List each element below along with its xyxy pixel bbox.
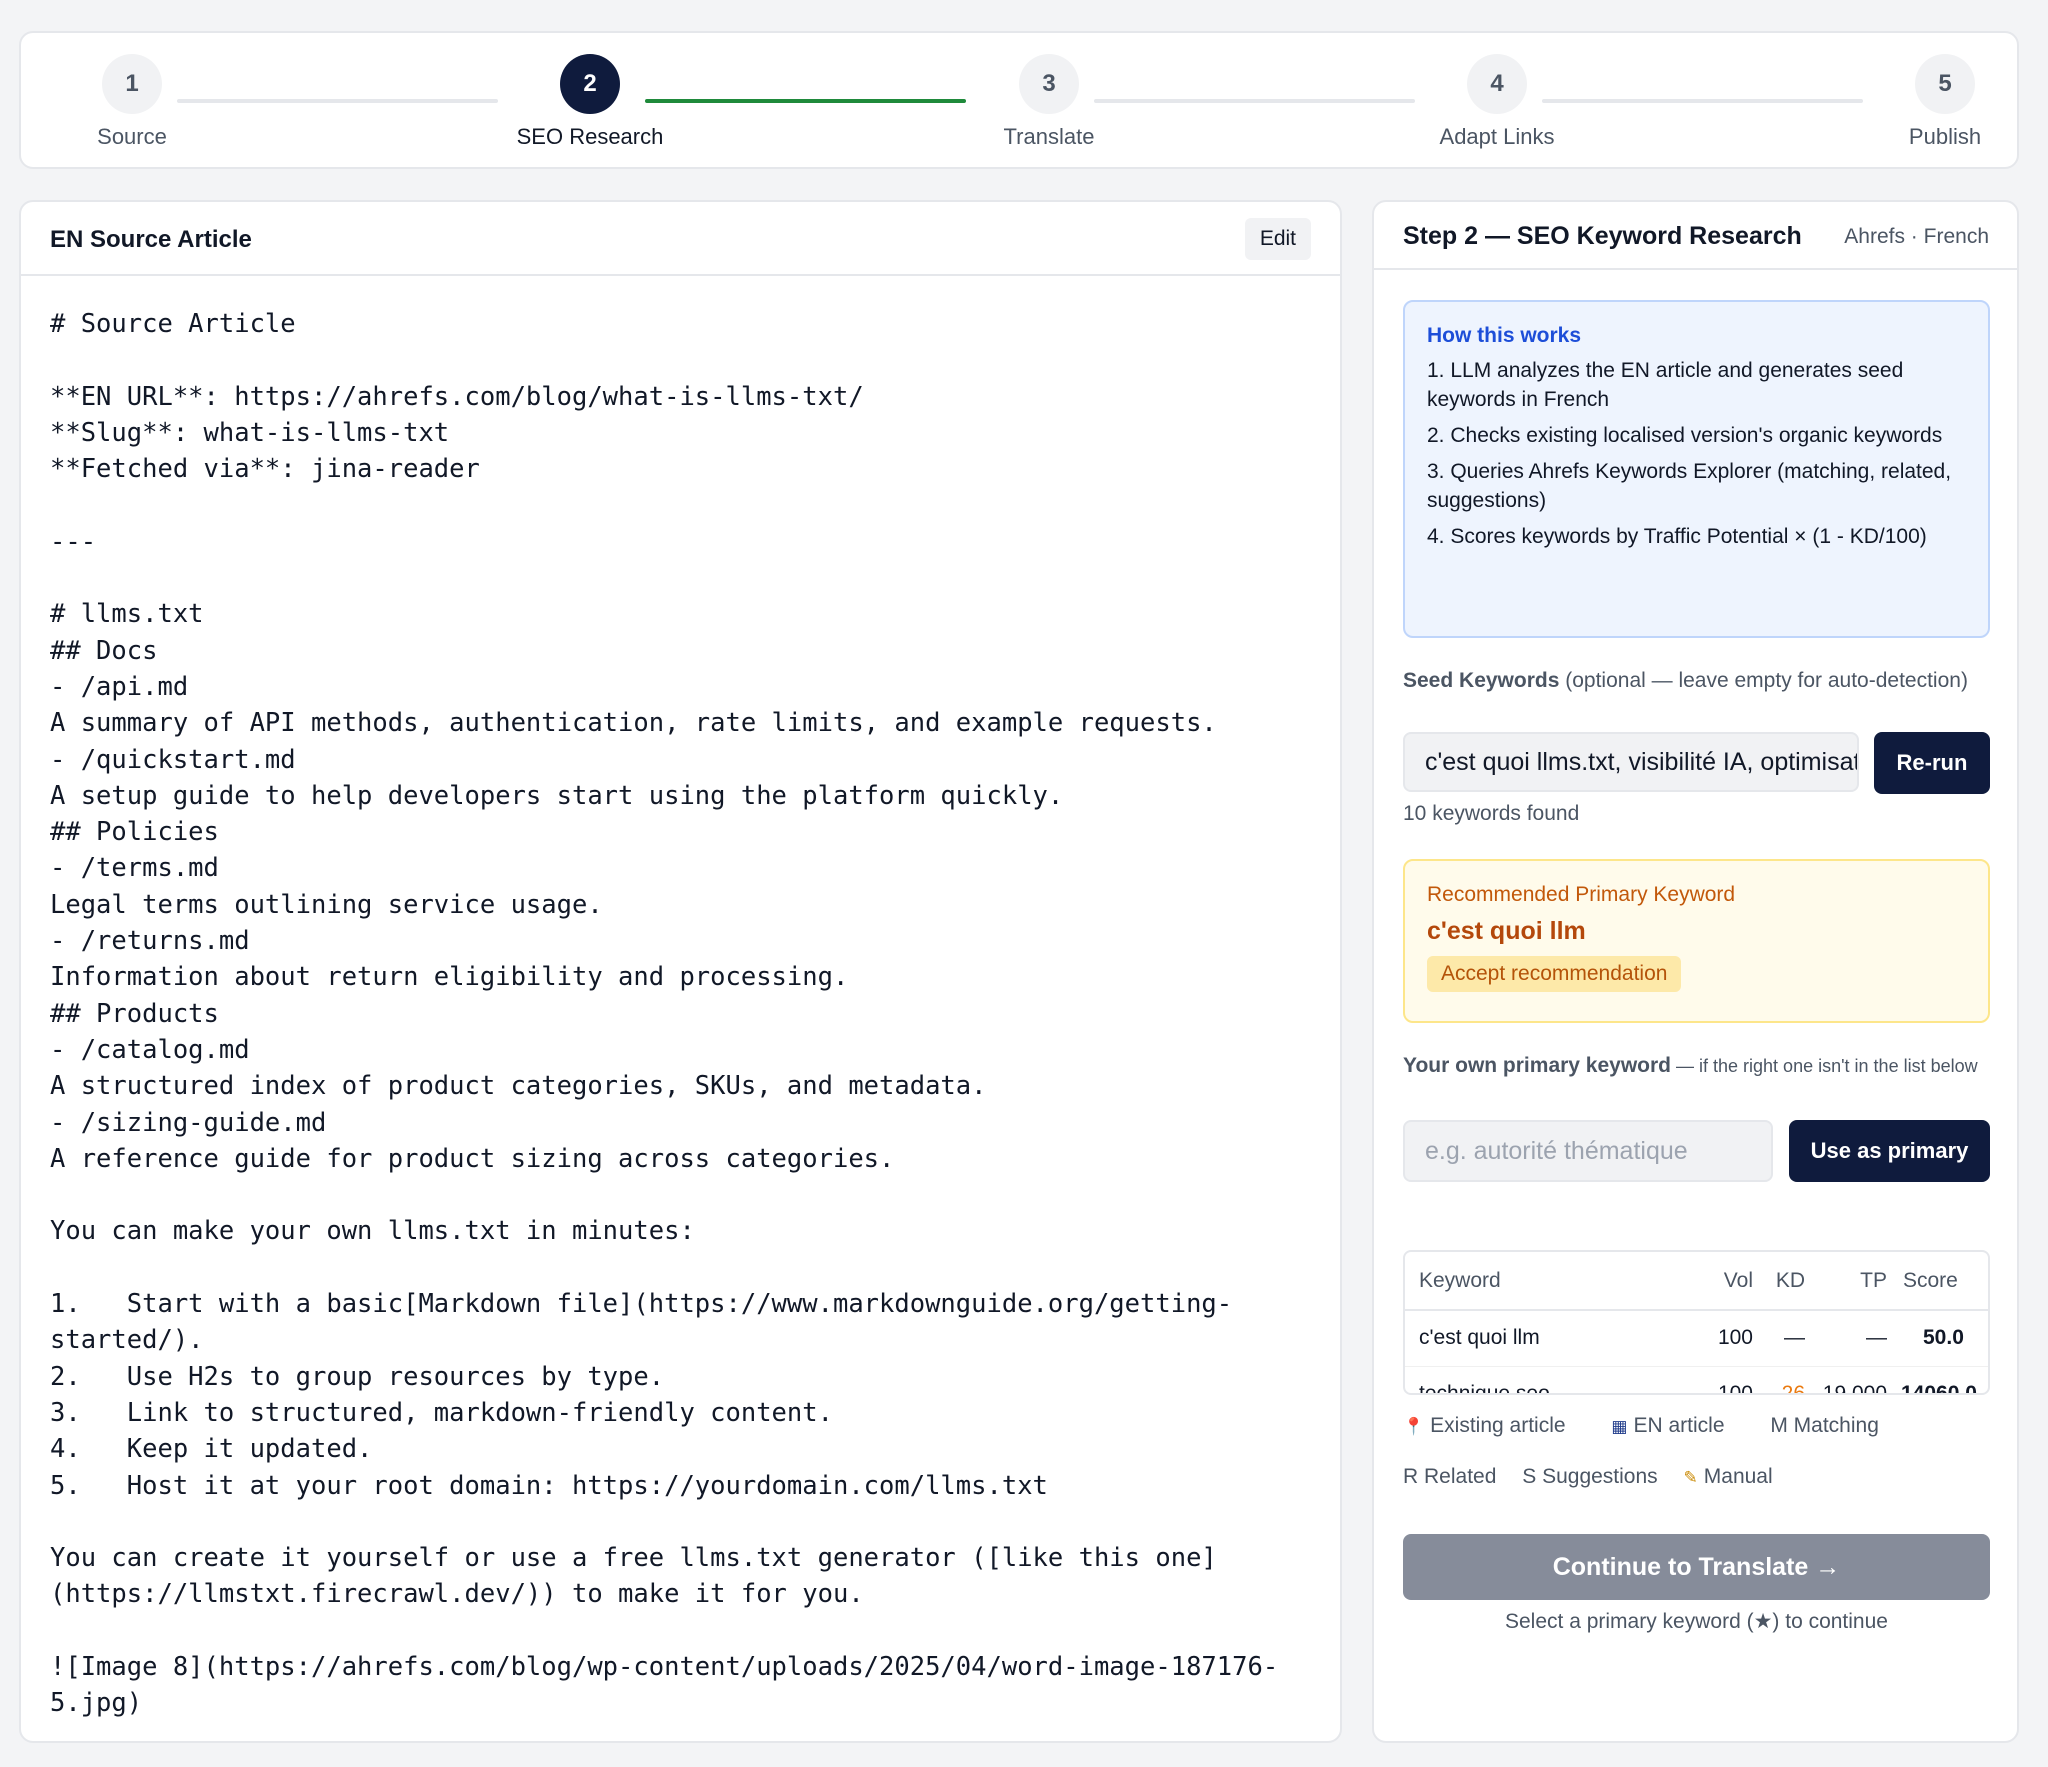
step-number: 1 — [102, 54, 162, 114]
legend-manual: ✎ Manual — [1684, 1465, 1793, 1488]
legend-existing: 📍 Existing article — [1403, 1414, 1586, 1437]
how-it-works-title: How this works — [1427, 324, 1582, 347]
cell-score: 50.0 — [1895, 1310, 1988, 1367]
step-number: 2 — [560, 54, 620, 114]
uk-flag-icon: ▦ — [1611, 1417, 1628, 1436]
seo-panel-header: Step 2 — SEO Keyword Research Ahrefs · F… — [1374, 202, 2017, 270]
seo-panel-title: Step 2 — SEO Keyword Research — [1403, 222, 1802, 250]
edit-button[interactable]: Edit — [1244, 218, 1311, 260]
step-publish[interactable]: 5 Publish — [1845, 54, 2045, 150]
seed-label-rest: (optional — leave empty for auto-detecti… — [1559, 669, 1968, 692]
seed-label-bold: Seed Keywords — [1403, 669, 1560, 692]
step-seo-research[interactable]: 2 SEO Research — [490, 54, 690, 150]
provider-label: Ahrefs · French — [1844, 225, 1989, 248]
continue-to-translate-button[interactable]: Continue to Translate → — [1403, 1534, 1990, 1600]
cell-tp: 19,000 — [1813, 1366, 1895, 1393]
seed-keywords-label: Seed Keywords (optional — leave empty fo… — [1403, 666, 1993, 695]
recommended-keyword: c'est quoi llm — [1427, 917, 1586, 945]
use-as-primary-button[interactable]: Use as primary — [1789, 1120, 1990, 1182]
cell-keyword: technique seo — [1405, 1366, 1701, 1393]
progress-stepper: 1 Source 2 SEO Research 3 Translate 4 Ad… — [19, 31, 2019, 169]
how-it-works-step: 3. Queries Ahrefs Keywords Explorer (mat… — [1427, 460, 1952, 512]
col-keyword[interactable]: Keyword — [1405, 1252, 1701, 1311]
legend-row-2: R Related S Suggestions ✎ Manual — [1403, 1465, 1993, 1489]
own-label-rest: — if the right one isn't in the list bel… — [1671, 1056, 1978, 1076]
own-label-bold: Your own primary keyword — [1403, 1054, 1672, 1077]
cell-kd: — — [1761, 1310, 1813, 1367]
cell-vol: 100 — [1701, 1310, 1761, 1367]
col-kd[interactable]: KD — [1761, 1252, 1813, 1311]
legend-en-article: ▦ EN article — [1611, 1414, 1744, 1437]
rerun-button[interactable]: Re-run — [1874, 732, 1990, 794]
source-panel-header: EN Source Article Edit — [21, 202, 1340, 276]
table-header-row: Keyword Vol KD TP Score — [1405, 1252, 1988, 1311]
source-article-panel: EN Source Article Edit # Source Article … — [19, 200, 1342, 1743]
step-label: Adapt Links — [1439, 124, 1555, 149]
table-row[interactable]: c'est quoi llm 100 — — 50.0 — [1405, 1310, 1988, 1367]
legend-en-label: EN article — [1633, 1414, 1725, 1437]
step-label: Source — [97, 124, 167, 149]
cell-vol: 100 — [1701, 1366, 1761, 1393]
step-translate[interactable]: 3 Translate — [949, 54, 1149, 150]
accept-recommendation-button[interactable]: Accept recommendation — [1427, 956, 1682, 992]
legend-related: R Related — [1403, 1465, 1497, 1488]
how-it-works-step: 4. Scores keywords by Traffic Potential … — [1427, 525, 1927, 548]
pencil-icon: ✎ — [1683, 1468, 1698, 1487]
legend-suggestions: S Suggestions — [1522, 1465, 1658, 1488]
col-vol[interactable]: Vol — [1701, 1252, 1761, 1311]
cell-kd: 26 — [1761, 1366, 1813, 1393]
connector-2-3 — [645, 99, 966, 103]
step-number: 3 — [1019, 54, 1079, 114]
step-number: 4 — [1467, 54, 1527, 114]
step-label: SEO Research — [516, 124, 664, 149]
legend-manual-label: Manual — [1703, 1465, 1773, 1488]
step-source[interactable]: 1 Source — [32, 54, 232, 150]
step-label: Publish — [1908, 124, 1982, 149]
col-tp[interactable]: TP — [1813, 1252, 1895, 1311]
cell-keyword: c'est quoi llm — [1405, 1310, 1701, 1367]
continue-hint: Select a primary keyword (★) to continue — [1505, 1610, 1888, 1633]
source-panel-title: EN Source Article — [50, 226, 252, 253]
pin-icon: 📍 — [1403, 1417, 1425, 1436]
how-it-works-step: 1. LLM analyzes the EN article and gener… — [1427, 359, 1904, 411]
legend-row-1: 📍 Existing article ▦ EN article M Matching — [1403, 1414, 1993, 1438]
own-keyword-input[interactable] — [1403, 1120, 1773, 1182]
seed-keywords-input[interactable]: c'est quoi llms.txt, visibilité IA, opti… — [1403, 732, 1859, 792]
recommendation-box: Recommended Primary Keyword c'est quoi l… — [1403, 859, 1990, 1023]
legend-matching: M Matching — [1770, 1414, 1879, 1437]
keywords-found-count: 10 keywords found — [1403, 802, 1580, 825]
cell-tp: — — [1813, 1310, 1895, 1367]
legend-existing-label: Existing article — [1430, 1414, 1566, 1437]
source-article-content[interactable]: # Source Article **EN URL**: https://ahr… — [50, 306, 1330, 1722]
table-row[interactable]: technique seo 100 26 19,000 14060.0 — [1405, 1366, 1988, 1393]
step-number: 5 — [1915, 54, 1975, 114]
cell-score: 14060.0 — [1895, 1366, 1988, 1393]
step-label: Translate — [1003, 124, 1095, 149]
step-adapt-links[interactable]: 4 Adapt Links — [1397, 54, 1597, 150]
how-it-works-box: How this works 1. LLM analyzes the EN ar… — [1403, 300, 1990, 638]
recommendation-title: Recommended Primary Keyword — [1427, 883, 1736, 906]
own-keyword-label: Your own primary keyword — if the right … — [1403, 1050, 1993, 1082]
seo-research-panel: Step 2 — SEO Keyword Research Ahrefs · F… — [1372, 200, 2019, 1743]
keywords-table[interactable]: Keyword Vol KD TP Score c'est quoi llm 1… — [1403, 1250, 1990, 1395]
col-score[interactable]: Score — [1895, 1252, 1988, 1311]
how-it-works-step: 2. Checks existing localised version's o… — [1427, 424, 1943, 447]
